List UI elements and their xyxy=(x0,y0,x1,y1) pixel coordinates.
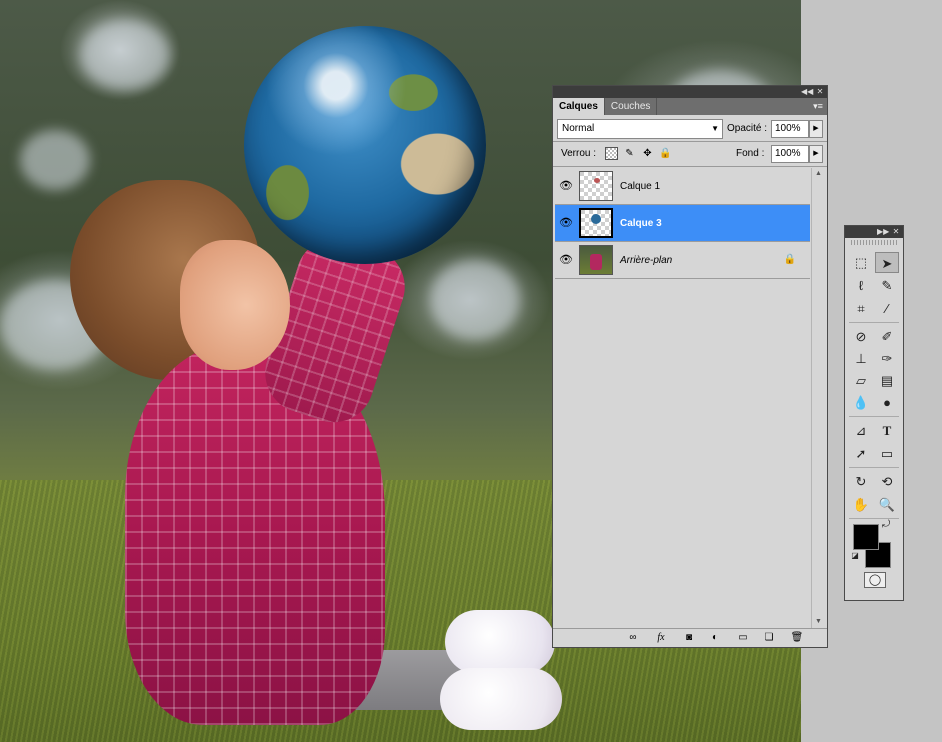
layer-row-calque-1[interactable]: 👁 Calque 1 xyxy=(555,168,810,205)
layer-thumbnail xyxy=(579,245,613,275)
layers-panel: ◀◀ ✕ Calques Couches ▾≡ Normal ▼ Opacité… xyxy=(552,85,828,648)
shape-icon[interactable]: ▭ xyxy=(875,443,899,464)
eye-icon[interactable]: 👁 xyxy=(557,178,575,194)
quick-mask-icon[interactable]: ◯ xyxy=(864,572,886,588)
layers-bottom-bar: ∞ fx ◙ ◐ ▭ ❏ 🗑 xyxy=(553,628,827,647)
close-icon[interactable]: ✕ xyxy=(890,226,902,238)
trash-icon[interactable]: 🗑 xyxy=(789,631,805,645)
lock-position-icon[interactable]: ✥ xyxy=(641,147,654,160)
tools-panel: ▶▶ ✕ ⬚ ➤ ℓ ✎ ⌗ ⁄ ⊘ ✐ ⊥ ✑ ▱ ▤ 💧 ● ⊿ T ➚ ▭… xyxy=(844,225,904,601)
panel-menu-icon[interactable]: ▾≡ xyxy=(812,100,824,112)
layer-row-arriere-plan[interactable]: 👁 Arrière-plan 🔒 xyxy=(555,242,810,279)
tab-couches[interactable]: Couches xyxy=(605,98,658,115)
opacity-label: Opacité : xyxy=(727,123,768,134)
zoom-icon[interactable]: 🔍 xyxy=(875,494,899,515)
history-brush-icon[interactable]: ✑ xyxy=(875,348,899,369)
eraser-icon[interactable]: ▱ xyxy=(849,370,873,391)
folder-icon[interactable]: ▭ xyxy=(735,631,751,645)
tools-panel-titlebar[interactable]: ▶▶ ✕ xyxy=(845,226,903,238)
brush-icon[interactable]: ✐ xyxy=(875,326,899,347)
opacity-slider-button[interactable]: ▶ xyxy=(809,120,823,138)
layers-panel-tabs: Calques Couches ▾≡ xyxy=(553,98,827,115)
scroll-up-icon[interactable]: ▲ xyxy=(812,168,825,180)
eyedropper-icon[interactable]: ⁄ xyxy=(875,298,899,319)
fx-icon[interactable]: fx xyxy=(653,631,669,645)
path-select-icon[interactable]: ➚ xyxy=(849,443,873,464)
marquee-icon[interactable]: ⬚ xyxy=(849,252,873,273)
blur-icon[interactable]: 💧 xyxy=(849,392,873,413)
lock-icon: 🔒 xyxy=(783,254,796,265)
fill-input[interactable]: 100% xyxy=(771,145,809,163)
move-icon[interactable]: ➤ xyxy=(875,252,899,273)
mask-icon[interactable]: ◙ xyxy=(681,631,697,645)
layer-name: Calque 1 xyxy=(620,181,661,192)
lasso-icon[interactable]: ℓ xyxy=(849,275,873,296)
fill-slider-button[interactable]: ▶ xyxy=(809,145,823,163)
eye-icon[interactable]: 👁 xyxy=(557,252,575,268)
quick-select-icon[interactable]: ✎ xyxy=(875,275,899,296)
eye-icon[interactable]: 👁 xyxy=(557,215,575,231)
layer-thumbnail xyxy=(579,208,613,238)
layer-name: Calque 3 xyxy=(620,218,662,229)
layer-list: 👁 Calque 1 👁 Calque 3 👁 Arrière-plan 🔒 xyxy=(555,168,810,628)
layers-panel-titlebar[interactable]: ◀◀ ✕ xyxy=(553,86,827,98)
layer-thumbnail xyxy=(579,171,613,201)
layer-name: Arrière-plan xyxy=(620,255,673,266)
lock-label: Verrou : xyxy=(561,148,597,159)
tools-grip[interactable] xyxy=(851,240,897,245)
orbit-3d-icon[interactable]: ⟲ xyxy=(875,471,899,492)
swap-colors-icon[interactable]: ⤾ xyxy=(879,518,893,532)
tab-calques[interactable]: Calques xyxy=(553,98,605,115)
expand-icon[interactable]: ▶▶ xyxy=(877,226,889,238)
blend-mode-select[interactable]: Normal ▼ xyxy=(557,119,723,139)
close-icon[interactable]: ✕ xyxy=(814,86,826,98)
blend-mode-value: Normal xyxy=(562,123,595,134)
lock-pixels-icon[interactable]: ✎ xyxy=(623,147,636,160)
type-icon[interactable]: T xyxy=(875,420,899,441)
lock-all-icon[interactable]: 🔒 xyxy=(659,147,672,160)
rotate-3d-icon[interactable]: ↻ xyxy=(849,471,873,492)
healing-icon[interactable]: ⊘ xyxy=(849,326,873,347)
dodge-icon[interactable]: ● xyxy=(875,392,899,413)
foreground-color-swatch[interactable] xyxy=(853,524,879,550)
gradient-icon[interactable]: ▤ xyxy=(875,370,899,391)
crop-icon[interactable]: ⌗ xyxy=(849,298,873,319)
chevron-down-icon: ▼ xyxy=(711,124,719,133)
pen-icon[interactable]: ⊿ xyxy=(849,420,873,441)
hand-icon[interactable]: ✋ xyxy=(849,494,873,515)
new-layer-icon[interactable]: ❏ xyxy=(761,631,777,645)
lock-transparency-icon[interactable] xyxy=(605,147,618,160)
layer-row-calque-3[interactable]: 👁 Calque 3 xyxy=(555,205,810,242)
layer-list-scrollbar[interactable]: ▲ ▼ xyxy=(811,168,825,628)
adjustment-icon[interactable]: ◐ xyxy=(707,631,723,645)
earth-globe xyxy=(244,26,486,264)
stamp-icon[interactable]: ⊥ xyxy=(849,348,873,369)
collapse-icon[interactable]: ◀◀ xyxy=(801,86,813,98)
scroll-down-icon[interactable]: ▼ xyxy=(812,616,825,628)
default-colors-icon[interactable]: ◪ xyxy=(849,550,861,562)
link-icon[interactable]: ∞ xyxy=(625,631,641,645)
opacity-input[interactable]: 100% xyxy=(771,120,809,138)
fill-label: Fond : xyxy=(736,148,765,159)
